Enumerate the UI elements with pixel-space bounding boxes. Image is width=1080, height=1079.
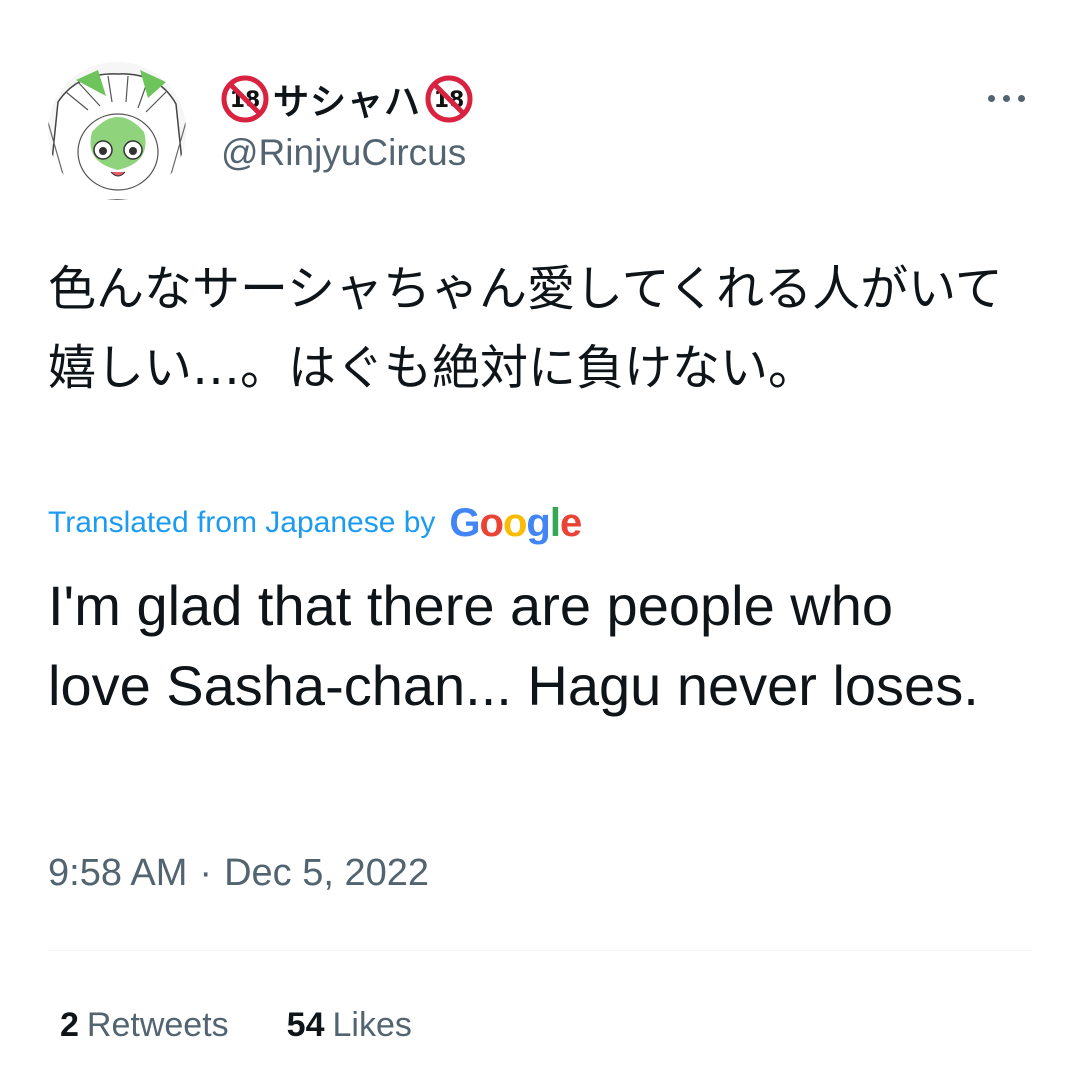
divider [48, 950, 1032, 951]
google-logo-letter: e [559, 500, 582, 545]
retweets-stat[interactable]: 2 Retweets [60, 1006, 229, 1045]
author-display-name: サシャハ [273, 82, 422, 123]
tweet-translation-text: I'm glad that there are people who love … [48, 574, 979, 717]
engagement-stats: 2 Retweets 54 Likes [60, 1006, 412, 1045]
google-logo-letter: o [479, 500, 504, 545]
more-options-button[interactable] [978, 78, 1034, 118]
avatar-illustration [48, 62, 186, 200]
google-logo-letter: o [502, 500, 527, 545]
likes-stat[interactable]: 54 Likes [287, 1006, 412, 1045]
more-horizontal-icon [1017, 94, 1025, 102]
more-horizontal-icon [1002, 94, 1010, 102]
google-logo-letter: G [449, 500, 480, 545]
likes-label: Likes [332, 1006, 412, 1044]
tweet-meta: 9:58 AM · Dec 5, 2022 [48, 852, 429, 895]
tweet-date[interactable]: Dec 5, 2022 [224, 852, 429, 895]
tweet-original-text: 色んなサーシャちゃん愛してくれる人がいて嬉しい…。はぐも絶対に負けない。 [48, 261, 1003, 396]
author-name-row[interactable]: 18 サシャハ 18 [221, 72, 473, 126]
likes-count: 54 [286, 1006, 325, 1044]
no-under-18-icon: 18 [425, 75, 473, 123]
google-logo-letter: g [526, 500, 550, 545]
translation-attribution[interactable]: Translated from Japanese by Google [48, 496, 582, 550]
author-handle[interactable]: @RinjyuCircus [221, 132, 466, 174]
translated-from-label: Translated from Japanese by [48, 506, 436, 539]
no-under-18-icon: 18 [221, 75, 269, 123]
meta-separator: · [199, 852, 213, 894]
google-logo: Google [449, 500, 582, 546]
retweets-label: Retweets [86, 1006, 229, 1044]
more-horizontal-icon [987, 94, 995, 102]
google-logo-letter: l [549, 500, 561, 545]
avatar[interactable] [48, 62, 186, 200]
retweets-count: 2 [60, 1006, 79, 1044]
tweet-time[interactable]: 9:58 AM [48, 852, 187, 895]
